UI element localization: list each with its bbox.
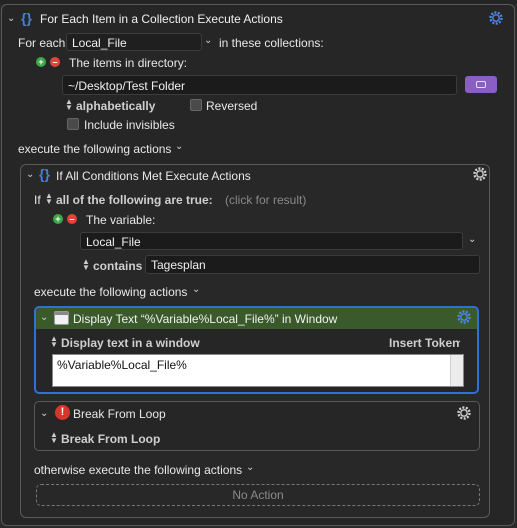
choose-folder-button[interactable] [465,76,497,93]
break-mode-value[interactable]: Break From Loop [61,432,160,446]
execute-actions-label: execute the following actions [18,142,172,156]
variable-name-value: Local_File [72,36,127,50]
add-condition-icon[interactable]: + [53,214,63,224]
folder-icon [476,81,486,88]
variable-dropdown-chevron-icon[interactable]: ⌄ [204,35,212,46]
sort-order-stepper-icon[interactable]: ▲ ▼ [65,98,73,112]
braces-icon: {} [21,10,32,26]
inner-action-title: If All Conditions Met Execute Actions [56,169,251,183]
sort-order-value[interactable]: alphabetically [76,99,155,113]
inner-collapse-chevron-icon[interactable]: ⌄ [26,169,34,180]
remove-collection-icon[interactable]: – [50,57,60,67]
operator-stepper-icon[interactable]: ▲ ▼ [82,258,90,272]
action-title: For Each Item in a Collection Execute Ac… [40,12,283,26]
insert-token-chevron-icon[interactable]: ⌄ [454,335,462,346]
break-mode-stepper-icon[interactable]: ▲ ▼ [50,431,58,445]
condition-variable-field[interactable]: Local_File [80,232,463,250]
display-window-icon [54,311,69,325]
directory-path-value: ~/Desktop/Test Folder [68,79,186,93]
display-text-action-title: Display Text “%Variable%Local_File%” in … [73,312,338,326]
compare-value-text: Tagesplan [151,258,206,272]
display-text-gear-icon[interactable] [456,309,472,325]
compare-value-field[interactable]: Tagesplan [145,255,480,274]
include-invisibles-checkbox[interactable] [67,118,79,130]
inner-gear-icon[interactable] [472,166,488,182]
condition-mode-stepper-icon[interactable]: ▲ ▼ [45,192,53,206]
no-action-label: No Action [232,488,284,502]
reversed-label: Reversed [206,99,258,113]
collapse-chevron-icon[interactable]: ⌄ [7,13,15,24]
display-text-collapse-chevron-icon[interactable]: ⌄ [40,312,48,323]
add-collection-icon[interactable]: + [36,57,46,67]
for-each-label: For each [18,36,66,50]
display-text-value: %Variable%Local_File% [57,358,187,372]
operator-value[interactable]: contains [93,259,142,273]
otherwise-actions-label: otherwise execute the following actions [34,463,243,477]
include-invisibles-label: Include invisibles [84,118,175,132]
remove-condition-icon[interactable]: – [67,214,77,224]
no-action-placeholder[interactable]: No Action [36,484,480,506]
insert-token-button[interactable]: Insert Token [389,336,459,350]
reversed-checkbox[interactable] [190,99,202,111]
display-text-scrollbar[interactable] [450,355,463,386]
condition-variable-chevron-icon[interactable]: ⌄ [468,234,476,245]
condition-variable-value: Local_File [86,235,141,249]
in-collections-label: in these collections: [219,36,324,50]
items-in-directory-label: The items in directory: [69,56,188,70]
inner-braces-icon: {} [39,166,50,182]
display-text-area[interactable]: %Variable%Local_File% [52,354,464,387]
gear-icon[interactable] [488,10,504,26]
display-mode-value[interactable]: Display text in a window [61,336,200,350]
inner-execute-actions-label: execute the following actions [34,285,188,299]
condition-mode-value[interactable]: all of the following are true: [56,193,213,207]
break-collapse-chevron-icon[interactable]: ⌄ [40,408,48,419]
execute-actions-chevron-icon[interactable]: ⌄ [175,141,183,152]
condition-variable-label: The variable: [86,213,156,227]
stop-icon: ! [55,405,70,420]
display-mode-stepper-icon[interactable]: ▲ ▼ [50,335,58,349]
click-for-result-link[interactable]: (click for result) [225,193,306,207]
if-label: If [34,193,41,207]
break-gear-icon[interactable] [456,405,472,421]
variable-name-field[interactable]: Local_File [66,33,202,51]
break-action-title: Break From Loop [73,407,166,421]
inner-execute-actions-chevron-icon[interactable]: ⌄ [192,284,200,295]
directory-path-field[interactable]: ~/Desktop/Test Folder [62,75,457,95]
otherwise-actions-chevron-icon[interactable]: ⌄ [246,462,254,473]
